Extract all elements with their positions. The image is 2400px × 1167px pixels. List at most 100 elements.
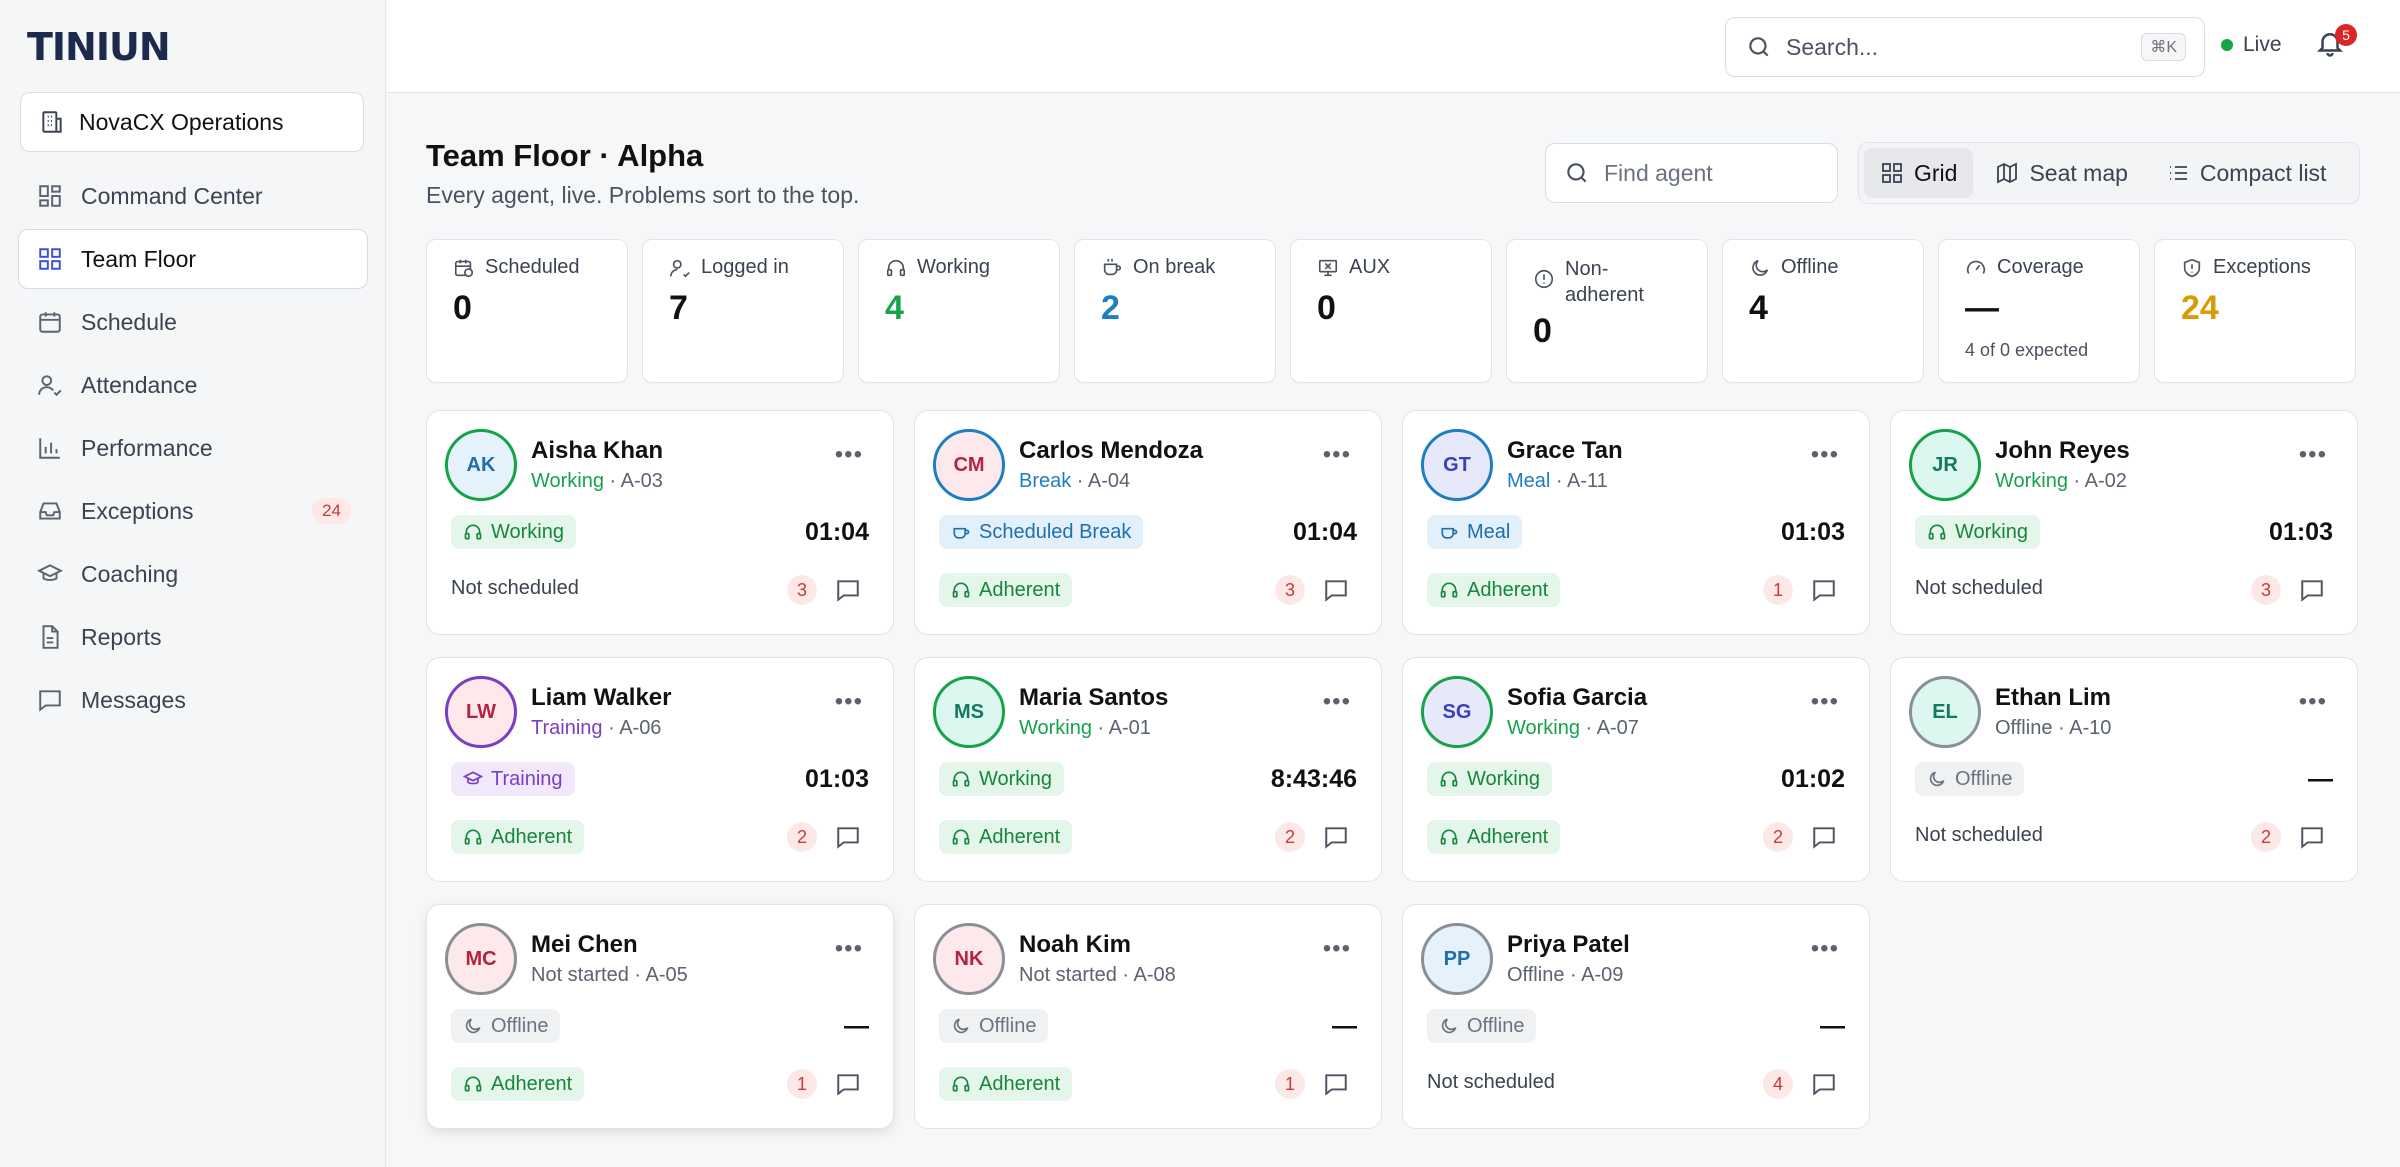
message-icon [1813, 580, 1835, 602]
status-label: Training [491, 767, 563, 790]
avatar: PP [1421, 923, 1493, 995]
more-options-button[interactable]: ••• [1323, 688, 1351, 716]
agent-card[interactable]: GT Grace Tan Meal · A-11 ••• Meal 01:03 … [1402, 410, 1870, 635]
headset-icon [1440, 582, 1458, 598]
stat-working[interactable]: Working 4 [858, 239, 1060, 383]
headset-icon [464, 524, 482, 540]
more-options-button[interactable]: ••• [835, 935, 863, 963]
message-button[interactable] [2299, 577, 2325, 603]
nav-item-attendance[interactable]: Attendance [18, 355, 368, 415]
stat-value: 2 [1101, 289, 1120, 327]
more-options-button[interactable]: ••• [2299, 441, 2327, 469]
headset-icon [952, 829, 970, 845]
agent-card[interactable]: JR John Reyes Working · A-02 ••• Working… [1890, 410, 2358, 635]
stat-scheduled[interactable]: Scheduled 0 [426, 239, 628, 383]
graduation-cap-icon [37, 564, 63, 581]
list-icon [2169, 166, 2187, 180]
agent-card[interactable]: SG Sofia Garcia Working · A-07 ••• Worki… [1402, 657, 1870, 882]
stat-coverage[interactable]: Coverage — 4 of 0 expected [1938, 239, 2140, 383]
message-button[interactable] [1323, 577, 1349, 603]
avatar: JR [1909, 429, 1981, 501]
global-search-input[interactable]: Search... ⌘K [1725, 17, 2205, 77]
stat-exceptions[interactable]: Exceptions 24 [2154, 239, 2356, 383]
agent-seat: A-06 [619, 717, 662, 739]
nav-label: Coaching [81, 560, 179, 587]
agent-subline: Working · A-03 [531, 470, 663, 492]
agent-seat: A-05 [645, 964, 688, 986]
moon-icon [1752, 259, 1769, 276]
search-icon [1567, 163, 1587, 183]
stat-non-adherent[interactable]: Non-adherent 0 [1506, 239, 1708, 383]
view-seat-map-button[interactable]: Seat map [1979, 148, 2143, 198]
nav-item-reports[interactable]: Reports [18, 607, 368, 667]
more-options-button[interactable]: ••• [1323, 935, 1351, 963]
stat-on-break[interactable]: On break 2 [1074, 239, 1276, 383]
agent-card[interactable]: NK Noah Kim Not started · A-08 ••• Offli… [914, 904, 1382, 1129]
message-button[interactable] [1811, 824, 1837, 850]
message-button[interactable] [835, 824, 861, 850]
nav-item-coaching[interactable]: Coaching [18, 544, 368, 604]
agent-card[interactable]: CM Carlos Mendoza Break · A-04 ••• Sched… [914, 410, 1382, 635]
live-label: Live [2243, 33, 2282, 56]
agent-card[interactable]: LW Liam Walker Training · A-06 ••• Train… [426, 657, 894, 882]
coffee-icon [1103, 258, 1122, 276]
agent-card[interactable]: EL Ethan Lim Offline · A-10 ••• Offline … [1890, 657, 2358, 882]
more-options-button[interactable]: ••• [1811, 935, 1839, 963]
view-grid-button[interactable]: Grid [1864, 148, 1974, 198]
find-agent-input[interactable]: Find agent [1545, 143, 1838, 203]
search-shortcut: ⌘K [2141, 33, 2186, 61]
moon-icon [465, 1018, 481, 1034]
gauge-icon [1966, 260, 1986, 274]
avatar: GT [1421, 429, 1493, 501]
nav-item-messages[interactable]: Messages [18, 670, 368, 730]
page-subtitle: Every agent, live. Problems sort to the … [426, 182, 860, 208]
adherence-text: Not scheduled [1915, 577, 2043, 599]
message-button[interactable] [835, 577, 861, 603]
agent-card[interactable]: PP Priya Patel Offline · A-09 ••• Offlin… [1402, 904, 1870, 1129]
agent-card[interactable]: MS Maria Santos Working · A-01 ••• Worki… [914, 657, 1382, 882]
agent-subline: Not started · A-05 [531, 964, 688, 986]
message-icon [1813, 1074, 1835, 1096]
brand-logo[interactable]: TINIUN [27, 22, 171, 72]
more-options-button[interactable]: ••• [1811, 688, 1839, 716]
stat-offline[interactable]: Offline 4 [1722, 239, 1924, 383]
agent-card[interactable]: MC Mei Chen Not started · A-05 ••• Offli… [426, 904, 894, 1129]
nav-item-schedule[interactable]: Schedule [18, 292, 368, 352]
message-button[interactable] [835, 1071, 861, 1097]
stat-logged-in[interactable]: Logged in 7 [642, 239, 844, 383]
more-options-button[interactable]: ••• [2299, 688, 2327, 716]
message-button[interactable] [1323, 824, 1349, 850]
more-options-button[interactable]: ••• [835, 441, 863, 469]
nav-item-performance[interactable]: Performance [18, 418, 368, 478]
org-switcher[interactable]: NovaCX Operations [20, 92, 364, 152]
avatar: LW [445, 676, 517, 748]
more-options-button[interactable]: ••• [1811, 441, 1839, 469]
agent-state: Working [1995, 470, 2068, 492]
agent-state: Working [1019, 717, 1092, 739]
agent-seat: A-09 [1581, 964, 1624, 986]
message-button[interactable] [1811, 577, 1837, 603]
nav-item-command-center[interactable]: Command Center [18, 166, 368, 226]
agent-subline: Meal · A-11 [1507, 470, 1608, 492]
view-label: Compact list [2199, 159, 2327, 186]
monitor-off-icon [1318, 259, 1338, 277]
agent-name: Aisha Khan [531, 437, 664, 464]
message-button[interactable] [1811, 1071, 1837, 1097]
status-pill: Working [451, 515, 576, 549]
nav-item-exceptions[interactable]: Exceptions 24 [18, 481, 368, 541]
notifications-button[interactable]: 5 [2315, 24, 2357, 62]
message-icon [2301, 580, 2323, 602]
agent-grid: AK Aisha Khan Working · A-03 ••• Working… [426, 410, 2358, 1129]
more-options-button[interactable]: ••• [1323, 441, 1351, 469]
graduation-cap-icon [463, 771, 483, 785]
more-options-button[interactable]: ••• [835, 688, 863, 716]
stat-aux[interactable]: AUX 0 [1290, 239, 1492, 383]
message-button[interactable] [2299, 824, 2325, 850]
nav-item-team-floor[interactable]: Team Floor [18, 229, 368, 289]
headset-icon [1928, 524, 1946, 540]
message-button[interactable] [1323, 1071, 1349, 1097]
stat-label: Scheduled [485, 256, 580, 278]
bar-chart-icon [39, 438, 60, 459]
agent-card[interactable]: AK Aisha Khan Working · A-03 ••• Working… [426, 410, 894, 635]
view-compact-list-button[interactable]: Compact list [2150, 148, 2343, 198]
